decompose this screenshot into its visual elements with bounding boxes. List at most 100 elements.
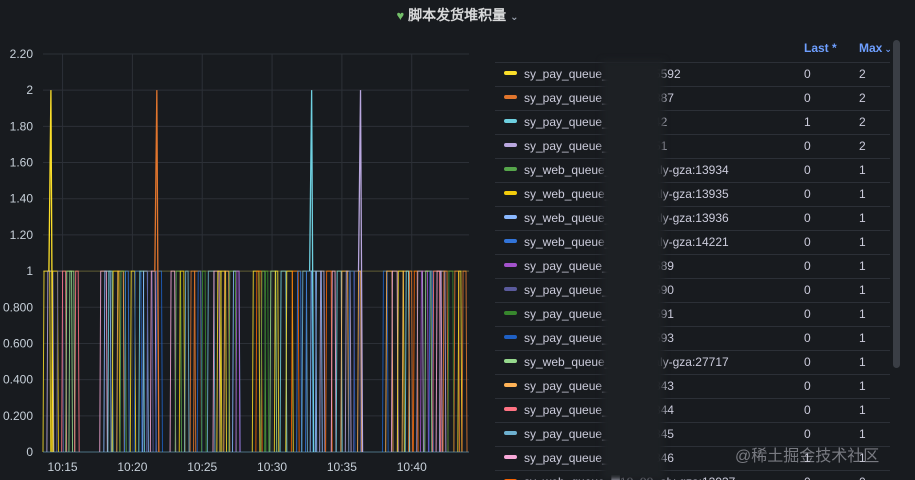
series-last-value: 0 bbox=[804, 307, 811, 321]
series-line bbox=[146, 270, 154, 453]
series-last-value: 0 bbox=[804, 91, 811, 105]
y-tick-label: 0.800 bbox=[3, 300, 33, 314]
series-max-value: 1 bbox=[859, 331, 866, 345]
series-line bbox=[219, 270, 228, 453]
legend-row[interactable]: sy_pay_queue_2█_g3:2844 0 1 bbox=[495, 398, 890, 422]
x-tick-label: 10:20 bbox=[117, 460, 147, 474]
legend-rows: sy_pay_queue_3█_g3:1559202sy_pay_queue_█… bbox=[495, 62, 890, 480]
x-tick-label: 10:40 bbox=[397, 460, 427, 474]
series-color-swatch bbox=[504, 407, 517, 411]
series-last-value: 0 bbox=[804, 475, 811, 480]
legend-row[interactable]: sy_pay_queue_█_g3:15593 0 1 bbox=[495, 326, 890, 350]
watermark: @稀土掘金技术社区 bbox=[735, 448, 880, 465]
series-color-swatch bbox=[504, 263, 517, 267]
series-line bbox=[264, 270, 270, 453]
series-last-value: 0 bbox=[804, 259, 811, 273]
y-tick-label: 1.40 bbox=[10, 192, 34, 206]
y-tick-label: 1.60 bbox=[10, 156, 34, 170]
series-line bbox=[124, 270, 130, 453]
series-color-swatch bbox=[504, 167, 517, 171]
series-line bbox=[408, 270, 414, 453]
chevron-down-icon: ⌄ bbox=[884, 44, 890, 54]
series-max-value: 0 bbox=[859, 475, 866, 480]
legend-row[interactable]: sy_web_queue_█8_98_aly-gza:1422101 bbox=[495, 230, 890, 254]
legend-row[interactable]: sy_pay_queue_2█_g3:2843 0 1 bbox=[495, 374, 890, 398]
legend-row[interactable]: sy_pay_queue_█_g3:2842 1 2 bbox=[495, 110, 890, 134]
series-max-value: 1 bbox=[859, 235, 866, 249]
legend-header-max-label: Max bbox=[859, 41, 883, 55]
series-max-value: 1 bbox=[859, 283, 866, 297]
y-tick-label: 0.600 bbox=[3, 336, 33, 350]
series-color-swatch bbox=[504, 119, 517, 123]
series-max-value: 1 bbox=[859, 307, 866, 321]
series-color-swatch bbox=[504, 335, 517, 339]
series-last-value: 0 bbox=[804, 163, 811, 177]
time-series-chart[interactable]: 0 0.200 0.400 0.600 0.800 1 1.20 1.40 1.60 1.80 2 2… bbox=[0, 0, 480, 480]
legend-row[interactable]: sy_pay_queue_█_g3:15591 0 1 bbox=[495, 302, 890, 326]
series-line bbox=[461, 270, 468, 453]
series-line bbox=[447, 270, 455, 453]
x-tick-label: 10:35 bbox=[327, 460, 357, 474]
series-color-swatch bbox=[504, 311, 517, 315]
series-line bbox=[235, 270, 241, 453]
series-color-swatch bbox=[504, 95, 517, 99]
legend-row[interactable]: sy_pay_queue_█_g3:15590 0 1 bbox=[495, 278, 890, 302]
legend-row[interactable]: sy_web_queue_█8_98_aly-gza:1393401 bbox=[495, 158, 890, 182]
chart-legend: Last * Max⌄ sy_pay_queue_3█_g3:1559202sy… bbox=[495, 40, 890, 480]
y-tick-label: 2.20 bbox=[10, 47, 34, 61]
series-color-swatch bbox=[504, 191, 517, 195]
series-max-value: 1 bbox=[859, 211, 866, 225]
series-color-swatch bbox=[504, 239, 517, 243]
series-max-value: 1 bbox=[859, 403, 866, 417]
series-last-value: 0 bbox=[804, 331, 811, 345]
legend-scrollbar[interactable] bbox=[893, 40, 900, 368]
series-last-value: 0 bbox=[804, 187, 811, 201]
series-max-value: 2 bbox=[859, 139, 866, 153]
y-tick-label: 1.80 bbox=[10, 119, 34, 133]
series-last-value: 0 bbox=[804, 67, 811, 81]
x-axis: 10:15 10:20 10:25 10:30 10:35 10:40 bbox=[48, 460, 428, 474]
legend-row[interactable]: sy_pay_queue_█_g3:15887 0 2 bbox=[495, 86, 890, 110]
legend-header-max[interactable]: Max ⌄ bbox=[859, 41, 890, 55]
series-last-value: 0 bbox=[804, 139, 811, 153]
series-line bbox=[381, 270, 389, 453]
series-max-value: 1 bbox=[859, 187, 866, 201]
series-last-value: 0 bbox=[804, 355, 811, 369]
series-last-value: 0 bbox=[804, 211, 811, 225]
legend-row[interactable]: sy_web_queue_█8_98_aly-gza:1393601 bbox=[495, 206, 890, 230]
x-tick-label: 10:15 bbox=[48, 460, 78, 474]
series-max-value: 2 bbox=[859, 67, 866, 81]
series-max-value: 1 bbox=[859, 379, 866, 393]
series-color-swatch bbox=[504, 383, 517, 387]
series-last-value: 0 bbox=[804, 403, 811, 417]
series-max-value: 1 bbox=[859, 163, 866, 177]
legend-row[interactable]: sy_web_queue_█8_98_aly-gza:1393501 bbox=[495, 182, 890, 206]
series-last-value: 0 bbox=[804, 427, 811, 441]
y-tick-label: 0.400 bbox=[3, 373, 33, 387]
chevron-down-icon: ⌄ bbox=[510, 12, 519, 23]
legend-row[interactable]: sy_pay_queue_█_g3:15589 0 1 bbox=[495, 254, 890, 278]
series-color-swatch bbox=[504, 431, 517, 435]
series-max-value: 2 bbox=[859, 115, 866, 129]
series-last-value: 0 bbox=[804, 283, 811, 297]
legend-row[interactable]: sy_pay_queue_3█_g3:1559202 bbox=[495, 62, 890, 86]
series-last-value: 0 bbox=[804, 379, 811, 393]
chart-lines bbox=[42, 90, 469, 453]
series-color-swatch bbox=[504, 71, 517, 75]
legend-row[interactable]: sy_web_queue_█8_99_aly-gza:2771701 bbox=[495, 350, 890, 374]
legend-header-last[interactable]: Last * bbox=[804, 41, 837, 55]
series-max-value: 2 bbox=[859, 91, 866, 105]
series-color-swatch bbox=[504, 287, 517, 291]
legend-header: Last * Max ⌄ bbox=[495, 40, 890, 62]
series-line bbox=[74, 270, 80, 453]
series-last-value: 0 bbox=[804, 235, 811, 249]
series-color-swatch bbox=[504, 215, 517, 219]
legend-row[interactable]: sy_pay_queue_█_g3:3151 0 2 bbox=[495, 134, 890, 158]
y-axis: 0 0.200 0.400 0.600 0.800 1 1.20 1.40 1.60 1.80 2 2… bbox=[3, 47, 33, 459]
series-max-value: 1 bbox=[859, 427, 866, 441]
y-tick-label: 1.20 bbox=[10, 228, 34, 242]
legend-row[interactable]: sy_web_queue_█18_98_aly-gza:1393700 bbox=[495, 470, 890, 480]
series-line bbox=[178, 270, 186, 453]
series-color-swatch bbox=[504, 143, 517, 147]
y-tick-label: 1 bbox=[26, 264, 33, 278]
